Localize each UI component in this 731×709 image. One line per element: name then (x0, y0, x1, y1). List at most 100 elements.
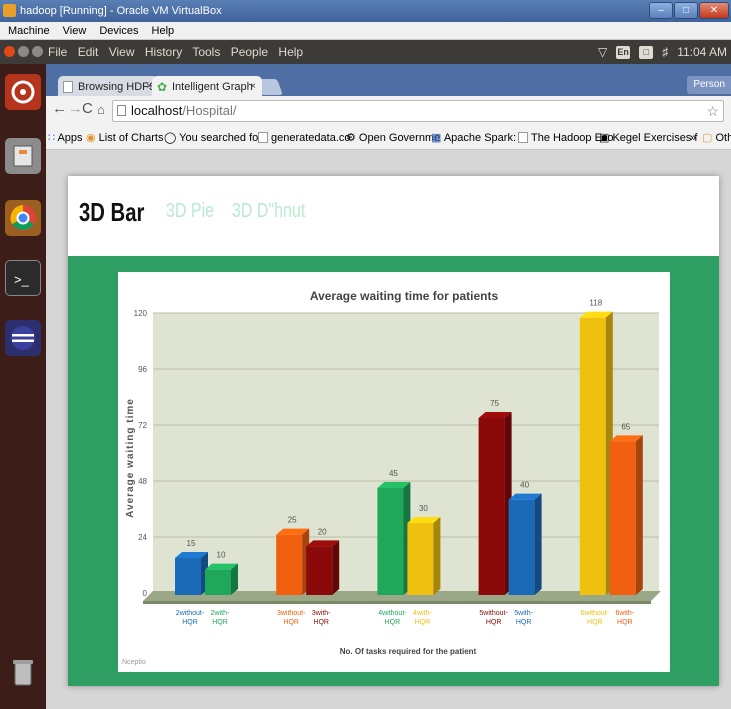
back-arrow-icon[interactable]: ← (52, 100, 67, 117)
bookmark-kegel[interactable]: ▣ Kegel Exercises f (599, 126, 697, 149)
trash-icon[interactable] (5, 654, 41, 690)
x-tick-label: 4with- (413, 610, 432, 617)
y-tick-label: 24 (138, 533, 147, 542)
bookmark-apps[interactable]: ∷ Apps (48, 126, 83, 149)
chart-container: Average waiting time for patients Averag… (118, 272, 670, 672)
network-icon[interactable]: ▽ (598, 40, 607, 64)
bookmark-other[interactable]: ▢ Other bookmark (702, 126, 731, 149)
files-icon[interactable] (5, 138, 41, 174)
x-tick-label: HQR (182, 619, 198, 626)
data-label: 118 (589, 299, 602, 308)
address-bar[interactable]: localhost/Hospital/ ☆ (112, 100, 724, 122)
person-button[interactable]: Person (687, 76, 731, 94)
x-tick-label: HQR (587, 619, 603, 626)
minimize-button[interactable]: – (649, 2, 673, 19)
bookmark-list-of-charts[interactable]: ◉ List of Charts (86, 126, 163, 149)
app-menu-edit[interactable]: Edit (78, 45, 99, 59)
plot-area: 0 24 48 72 96 120 15 2without- HQR 10 2with- HQR 25 3… (134, 299, 661, 626)
close-dot-icon[interactable] (4, 46, 15, 57)
y-tick-label: 48 (138, 477, 147, 486)
bar-front (377, 488, 404, 595)
keyboard-indicator[interactable]: En (616, 45, 631, 59)
tab-3d-donut[interactable]: 3D D"hnut (232, 200, 305, 223)
bookmark-you-searched[interactable]: ◯ You searched for (164, 126, 262, 149)
x-tick-label: HQR (385, 619, 401, 626)
x-axis-label: No. Of tasks required for the patient (340, 647, 477, 656)
page-content: 3D Bar 3D Pie 3D D"hnut Average waiting … (46, 150, 731, 709)
maximize-dot-icon[interactable] (32, 46, 43, 57)
app-menu-history[interactable]: History (145, 45, 182, 59)
terminal-icon[interactable]: >_ (5, 260, 41, 296)
x-tick-label: HQR (415, 619, 431, 626)
data-label: 20 (318, 527, 327, 536)
bookmark-star-icon[interactable]: ☆ (706, 101, 719, 121)
card-header: 3D Bar 3D Pie 3D D"hnut (68, 176, 719, 256)
close-tab-icon[interactable]: × (250, 76, 256, 98)
minimize-dot-icon[interactable] (18, 46, 29, 57)
tab-3d-pie[interactable]: 3D Pie (166, 200, 214, 223)
unity-launcher: >_ (0, 64, 46, 709)
bookmark-generatedata[interactable]: generatedata.co (258, 126, 351, 149)
home-icon[interactable]: ⌂ (97, 102, 105, 117)
x-tick-label: 2with- (211, 610, 230, 617)
chart-title: Average waiting time for patients (310, 289, 499, 303)
x-tick-label: 2without- (176, 610, 205, 617)
tab-browsing-hdfs[interactable]: Browsing HDFS × (58, 76, 158, 98)
x-tick-label: HQR (617, 619, 633, 626)
x-tick-label: HQR (283, 619, 299, 626)
app-menu-people[interactable]: People (231, 45, 268, 59)
menu-view[interactable]: View (63, 25, 87, 37)
y-tick-label: 120 (134, 309, 148, 318)
bar-front (478, 418, 505, 595)
x-tick-label: 3with- (312, 610, 331, 617)
menu-devices[interactable]: Devices (99, 25, 138, 37)
virtualbox-title-bar: hadoop [Running] - Oracle VM VirtualBox … (0, 0, 731, 22)
bar-front (276, 534, 303, 595)
forward-arrow-icon[interactable]: → (68, 100, 83, 117)
page-icon (258, 132, 268, 143)
bar-side (534, 493, 542, 595)
bookmark-open-government[interactable]: ⚙ Open Governme (346, 126, 440, 149)
y-tick-label: 0 (143, 589, 148, 598)
x-tick-label: HQR (486, 619, 502, 626)
spark-icon: ▩ (431, 132, 444, 144)
bar-side (635, 435, 643, 595)
menu-help[interactable]: Help (152, 25, 175, 37)
app-menu-view[interactable]: View (109, 45, 135, 59)
x-tick-label: 3without- (277, 610, 306, 617)
chart-credit: Nceptio (122, 659, 146, 666)
bar-front (609, 441, 636, 595)
bar-front (407, 523, 434, 595)
bar-side (332, 540, 340, 595)
dash-home-icon[interactable] (5, 74, 41, 110)
virtualbox-icon (3, 4, 16, 17)
more-bookmarks-chevron-icon[interactable]: » (690, 126, 696, 149)
x-tick-label: 6without- (581, 610, 610, 617)
clock[interactable]: 11:04 AM (677, 40, 727, 64)
page-icon (518, 132, 528, 143)
volume-icon[interactable]: ♯ (662, 40, 668, 64)
tab-intelligent-graph[interactable]: ✿ Intelligent Graph × (152, 76, 262, 98)
data-label: 40 (520, 481, 529, 490)
maximize-button[interactable]: □ (674, 2, 698, 19)
eclipse-icon[interactable] (5, 320, 41, 356)
bookmark-apache-spark[interactable]: ▩ Apache Spark: In (431, 126, 528, 149)
data-label: 15 (187, 539, 196, 548)
virtualbox-menu-bar: Machine View Devices Help (0, 22, 731, 40)
md-icon: ▣ (599, 132, 613, 144)
bar-front (579, 317, 606, 595)
app-menu-help[interactable]: Help (278, 45, 303, 59)
menu-machine[interactable]: Machine (8, 25, 50, 37)
close-window-button[interactable]: ✕ (699, 2, 729, 19)
battery-icon[interactable]: □ (639, 45, 654, 59)
x-tick-label: HQR (516, 619, 532, 626)
app-menu-file[interactable]: File (48, 45, 67, 59)
app-menu-tools[interactable]: Tools (192, 45, 220, 59)
reload-icon[interactable]: C (82, 100, 93, 117)
chrome-icon[interactable] (5, 200, 41, 236)
bar-front (306, 546, 333, 595)
y-tick-label: 96 (138, 365, 147, 374)
plot-floor-edge (143, 601, 651, 604)
bar-front (205, 569, 231, 595)
tab-3d-bar[interactable]: 3D Bar (79, 197, 144, 228)
